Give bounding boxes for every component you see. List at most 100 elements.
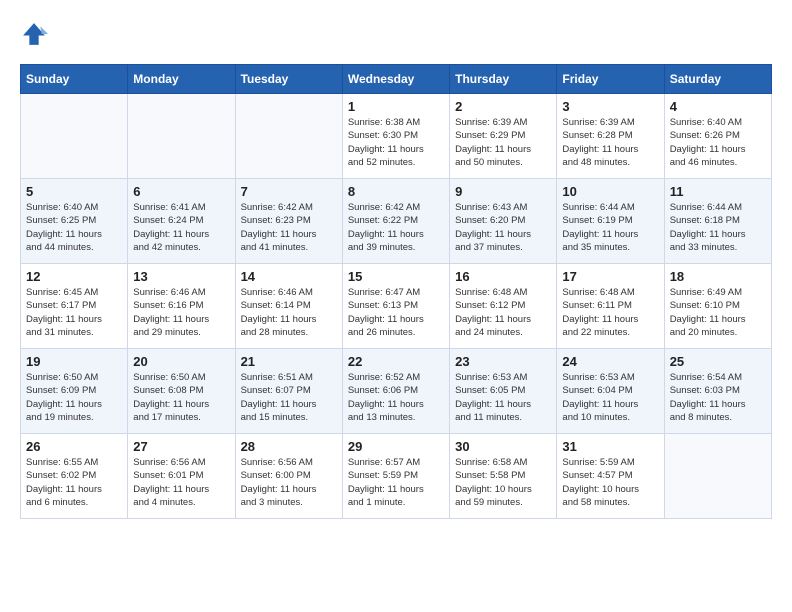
day-info: Sunrise: 6:42 AMSunset: 6:23 PMDaylight:… — [241, 201, 337, 254]
day-cell: 25 Sunrise: 6:54 AMSunset: 6:03 PMDayligh… — [664, 349, 771, 434]
day-info: Sunrise: 6:57 AMSunset: 5:59 PMDaylight:… — [348, 456, 444, 509]
day-number: 10 — [562, 184, 658, 199]
weekday-header-tuesday: Tuesday — [235, 65, 342, 94]
day-number: 18 — [670, 269, 766, 284]
calendar-body: 1 Sunrise: 6:38 AMSunset: 6:30 PMDaylight… — [21, 94, 772, 519]
day-info: Sunrise: 6:56 AMSunset: 6:01 PMDaylight:… — [133, 456, 229, 509]
day-info: Sunrise: 6:52 AMSunset: 6:06 PMDaylight:… — [348, 371, 444, 424]
day-number: 20 — [133, 354, 229, 369]
day-cell: 19 Sunrise: 6:50 AMSunset: 6:09 PMDayligh… — [21, 349, 128, 434]
day-info: Sunrise: 6:48 AMSunset: 6:11 PMDaylight:… — [562, 286, 658, 339]
week-row-3: 12 Sunrise: 6:45 AMSunset: 6:17 PMDayligh… — [21, 264, 772, 349]
day-number: 13 — [133, 269, 229, 284]
day-cell: 3 Sunrise: 6:39 AMSunset: 6:28 PMDaylight… — [557, 94, 664, 179]
day-number: 31 — [562, 439, 658, 454]
day-number: 1 — [348, 99, 444, 114]
day-number: 16 — [455, 269, 551, 284]
day-number: 14 — [241, 269, 337, 284]
day-info: Sunrise: 6:45 AMSunset: 6:17 PMDaylight:… — [26, 286, 122, 339]
day-number: 11 — [670, 184, 766, 199]
day-number: 22 — [348, 354, 444, 369]
weekday-header-friday: Friday — [557, 65, 664, 94]
page-header — [20, 20, 772, 48]
day-number: 30 — [455, 439, 551, 454]
day-number: 23 — [455, 354, 551, 369]
day-info: Sunrise: 6:44 AMSunset: 6:19 PMDaylight:… — [562, 201, 658, 254]
week-row-5: 26Sunrise: 6:55 AMSunset: 6:02 PMDayligh… — [21, 434, 772, 519]
day-cell: 7 Sunrise: 6:42 AMSunset: 6:23 PMDaylight… — [235, 179, 342, 264]
day-info: Sunrise: 6:53 AMSunset: 6:05 PMDaylight:… — [455, 371, 551, 424]
day-info: Sunrise: 5:59 AMSunset: 4:57 PMDaylight:… — [562, 456, 658, 509]
day-info: Sunrise: 6:51 AMSunset: 6:07 PMDaylight:… — [241, 371, 337, 424]
day-number: 8 — [348, 184, 444, 199]
day-cell: 17Sunrise: 6:48 AMSunset: 6:11 PMDayligh… — [557, 264, 664, 349]
day-cell: 28 Sunrise: 6:56 AMSunset: 6:00 PMDayligh… — [235, 434, 342, 519]
day-info: Sunrise: 6:38 AMSunset: 6:30 PMDaylight:… — [348, 116, 444, 169]
day-cell: 31 Sunrise: 5:59 AMSunset: 4:57 PMDayligh… — [557, 434, 664, 519]
calendar-header: SundayMondayTuesdayWednesdayThursdayFrid… — [21, 65, 772, 94]
day-info: Sunrise: 6:50 AMSunset: 6:09 PMDaylight:… — [26, 371, 122, 424]
calendar-table: SundayMondayTuesdayWednesdayThursdayFrid… — [20, 64, 772, 519]
day-number: 4 — [670, 99, 766, 114]
day-cell: 13 Sunrise: 6:46 AMSunset: 6:16 PMDayligh… — [128, 264, 235, 349]
weekday-header-wednesday: Wednesday — [342, 65, 449, 94]
day-cell: 12 Sunrise: 6:45 AMSunset: 6:17 PMDayligh… — [21, 264, 128, 349]
day-info: Sunrise: 6:53 AMSunset: 6:04 PMDaylight:… — [562, 371, 658, 424]
day-number: 6 — [133, 184, 229, 199]
day-number: 12 — [26, 269, 122, 284]
day-info: Sunrise: 6:39 AMSunset: 6:29 PMDaylight:… — [455, 116, 551, 169]
day-cell — [235, 94, 342, 179]
day-cell: 26Sunrise: 6:55 AMSunset: 6:02 PMDayligh… — [21, 434, 128, 519]
day-cell: 14 Sunrise: 6:46 AMSunset: 6:14 PMDayligh… — [235, 264, 342, 349]
day-cell — [21, 94, 128, 179]
day-cell — [664, 434, 771, 519]
weekday-header-monday: Monday — [128, 65, 235, 94]
logo — [20, 20, 52, 48]
weekday-row: SundayMondayTuesdayWednesdayThursdayFrid… — [21, 65, 772, 94]
day-cell: 11 Sunrise: 6:44 AMSunset: 6:18 PMDayligh… — [664, 179, 771, 264]
day-info: Sunrise: 6:54 AMSunset: 6:03 PMDaylight:… — [670, 371, 766, 424]
day-cell: 8Sunrise: 6:42 AMSunset: 6:22 PMDaylight… — [342, 179, 449, 264]
day-cell: 24 Sunrise: 6:53 AMSunset: 6:04 PMDayligh… — [557, 349, 664, 434]
day-number: 21 — [241, 354, 337, 369]
day-cell: 4 Sunrise: 6:40 AMSunset: 6:26 PMDaylight… — [664, 94, 771, 179]
day-info: Sunrise: 6:44 AMSunset: 6:18 PMDaylight:… — [670, 201, 766, 254]
day-info: Sunrise: 6:40 AMSunset: 6:26 PMDaylight:… — [670, 116, 766, 169]
day-cell: 22 Sunrise: 6:52 AMSunset: 6:06 PMDayligh… — [342, 349, 449, 434]
day-info: Sunrise: 6:58 AMSunset: 5:58 PMDaylight:… — [455, 456, 551, 509]
day-cell: 27Sunrise: 6:56 AMSunset: 6:01 PMDayligh… — [128, 434, 235, 519]
day-number: 9 — [455, 184, 551, 199]
day-info: Sunrise: 6:40 AMSunset: 6:25 PMDaylight:… — [26, 201, 122, 254]
week-row-2: 5 Sunrise: 6:40 AMSunset: 6:25 PMDaylight… — [21, 179, 772, 264]
day-cell — [128, 94, 235, 179]
day-number: 25 — [670, 354, 766, 369]
day-number: 24 — [562, 354, 658, 369]
day-number: 3 — [562, 99, 658, 114]
day-number: 5 — [26, 184, 122, 199]
day-cell: 6 Sunrise: 6:41 AMSunset: 6:24 PMDaylight… — [128, 179, 235, 264]
day-cell: 5 Sunrise: 6:40 AMSunset: 6:25 PMDaylight… — [21, 179, 128, 264]
day-info: Sunrise: 6:46 AMSunset: 6:16 PMDaylight:… — [133, 286, 229, 339]
day-info: Sunrise: 6:41 AMSunset: 6:24 PMDaylight:… — [133, 201, 229, 254]
day-info: Sunrise: 6:56 AMSunset: 6:00 PMDaylight:… — [241, 456, 337, 509]
day-info: Sunrise: 6:39 AMSunset: 6:28 PMDaylight:… — [562, 116, 658, 169]
day-number: 19 — [26, 354, 122, 369]
weekday-header-thursday: Thursday — [450, 65, 557, 94]
day-number: 7 — [241, 184, 337, 199]
day-info: Sunrise: 6:46 AMSunset: 6:14 PMDaylight:… — [241, 286, 337, 339]
day-cell: 16Sunrise: 6:48 AMSunset: 6:12 PMDayligh… — [450, 264, 557, 349]
week-row-4: 19 Sunrise: 6:50 AMSunset: 6:09 PMDayligh… — [21, 349, 772, 434]
day-cell: 10 Sunrise: 6:44 AMSunset: 6:19 PMDayligh… — [557, 179, 664, 264]
day-cell: 1 Sunrise: 6:38 AMSunset: 6:30 PMDaylight… — [342, 94, 449, 179]
day-cell: 9 Sunrise: 6:43 AMSunset: 6:20 PMDaylight… — [450, 179, 557, 264]
week-row-1: 1 Sunrise: 6:38 AMSunset: 6:30 PMDaylight… — [21, 94, 772, 179]
day-info: Sunrise: 6:49 AMSunset: 6:10 PMDaylight:… — [670, 286, 766, 339]
day-info: Sunrise: 6:43 AMSunset: 6:20 PMDaylight:… — [455, 201, 551, 254]
weekday-header-sunday: Sunday — [21, 65, 128, 94]
day-number: 29 — [348, 439, 444, 454]
day-number: 26 — [26, 439, 122, 454]
day-cell: 20Sunrise: 6:50 AMSunset: 6:08 PMDayligh… — [128, 349, 235, 434]
day-number: 15 — [348, 269, 444, 284]
day-number: 28 — [241, 439, 337, 454]
day-cell: 2Sunrise: 6:39 AMSunset: 6:29 PMDaylight… — [450, 94, 557, 179]
